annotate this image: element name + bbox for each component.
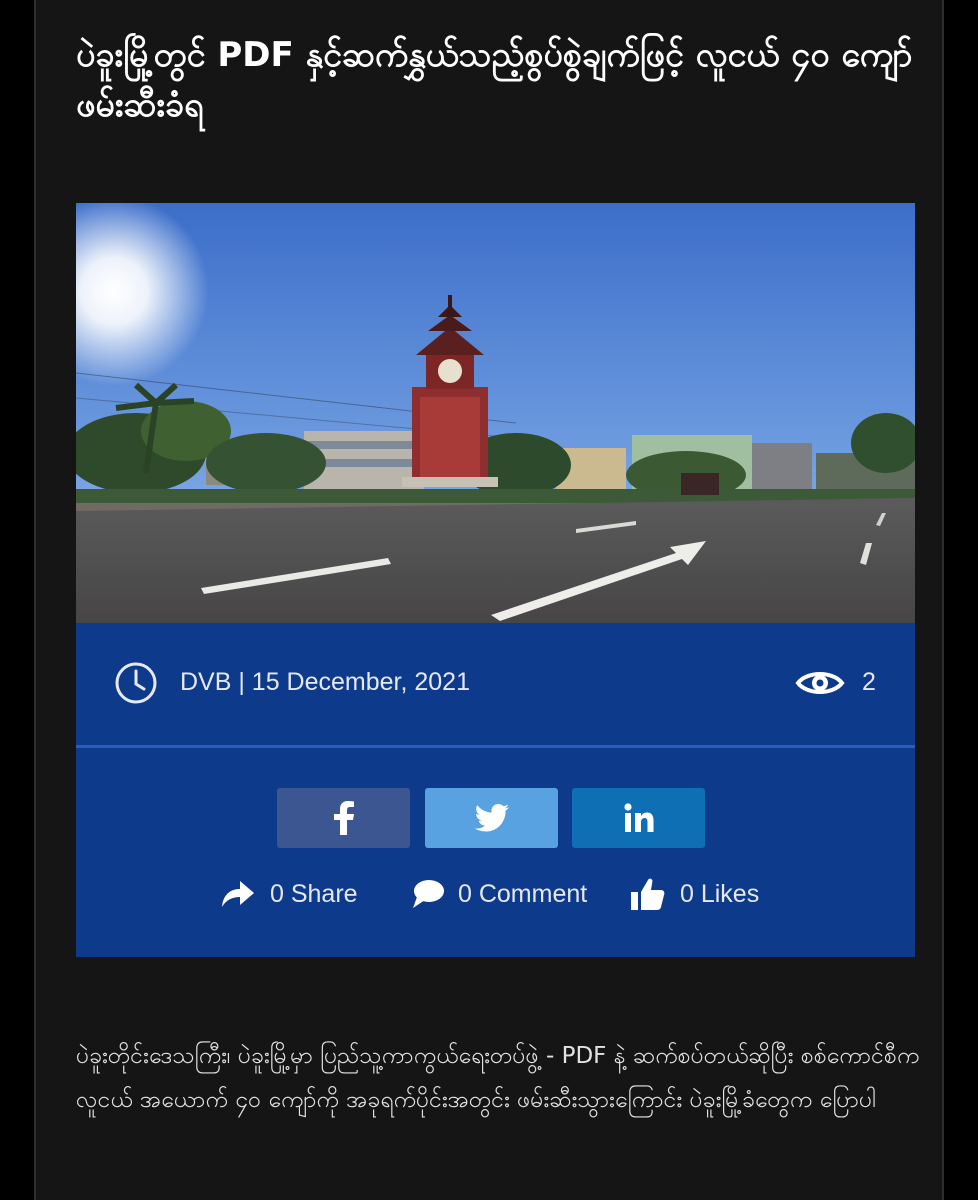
article-image[interactable] <box>76 203 915 623</box>
article-body: ပဲခူးတိုင်းဒေသကြီး၊ ပဲခူးမြို့မှာ ပြည်သူ… <box>76 1043 920 1113</box>
clock-icon <box>114 661 158 705</box>
comment-label: 0 Comment <box>458 879 588 908</box>
eye-icon <box>795 667 845 699</box>
linkedin-share-button[interactable] <box>572 788 705 848</box>
likes-count[interactable]: 0 Likes <box>630 874 759 914</box>
article-title: ပဲခူးမြို့တွင် PDF နှင့်ဆက်နွှယ်သည့်စွပ်… <box>76 35 913 125</box>
twitter-share-button[interactable] <box>425 788 558 848</box>
comment-count[interactable]: 0 Comment <box>412 874 587 914</box>
thumbs-up-icon <box>631 878 665 910</box>
view-count: 2 <box>862 668 876 696</box>
screen: ပဲခူးမြို့တွင် PDF နှင့်ဆက်နွှယ်သည့်စွပ်… <box>0 0 978 1200</box>
comment-icon <box>413 880 444 908</box>
street-photo <box>76 203 915 623</box>
share-panel <box>76 748 915 957</box>
facebook-share-button[interactable] <box>277 788 410 848</box>
author-date: DVB | 15 December, 2021 <box>180 668 470 696</box>
share-count[interactable]: 0 Share <box>220 874 358 914</box>
facebook-icon <box>333 801 354 835</box>
linkedin-icon <box>623 803 653 832</box>
likes-label: 0 Likes <box>680 879 760 908</box>
twitter-icon <box>474 804 509 832</box>
page-border-right <box>942 0 944 1200</box>
share-arrow-icon <box>222 881 254 907</box>
share-label: 0 Share <box>270 879 358 908</box>
page-border-left <box>34 0 36 1200</box>
